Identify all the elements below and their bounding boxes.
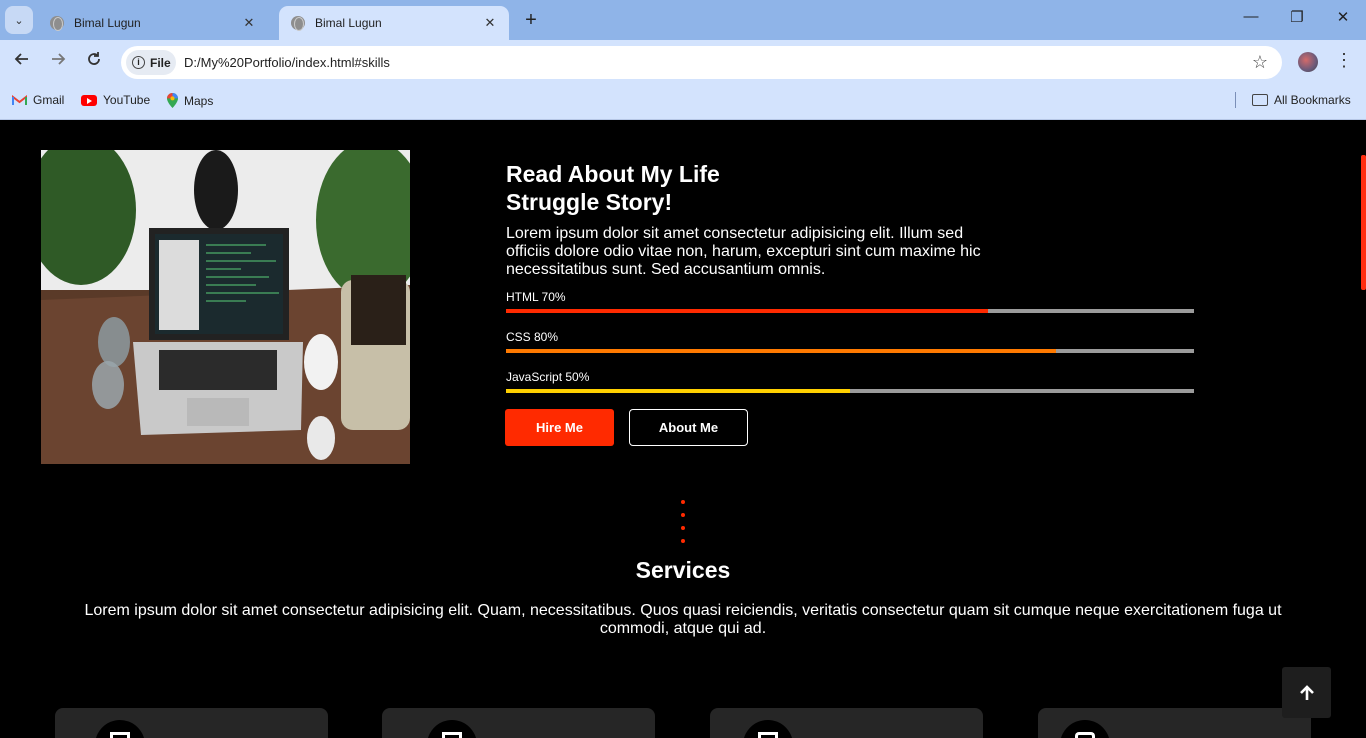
chip-label: File	[150, 55, 171, 70]
tab-inactive[interactable]: Bimal Lugun ✕	[38, 6, 268, 40]
tab-active[interactable]: Bimal Lugun ✕	[279, 6, 509, 40]
arrow-right-icon	[52, 53, 66, 65]
back-to-top-button[interactable]	[1282, 667, 1331, 718]
url-text[interactable]: D:/My%20Portfolio/index.html#skills	[184, 55, 390, 70]
forward-button[interactable]	[46, 51, 70, 72]
reload-button[interactable]	[82, 51, 106, 72]
scrollbar-thumb[interactable]	[1361, 155, 1366, 290]
gmail-icon	[12, 94, 27, 106]
bookmark-label: Gmail	[33, 93, 65, 107]
about-paragraph: Lorem ipsum dolor sit amet consectetur a…	[506, 225, 981, 278]
skill-css-label: CSS 80%	[506, 330, 559, 344]
chevron-down-icon: ⌄	[14, 14, 24, 27]
tab-search-button[interactable]: ⌄	[5, 6, 33, 34]
tab-strip: ⌄ Bimal Lugun ✕ Bimal Lugun ✕ + — ❐ ✕	[0, 0, 1366, 40]
back-button[interactable]	[10, 51, 34, 72]
skill-css-fill	[506, 349, 1057, 353]
service-card[interactable]	[382, 708, 655, 738]
restore-button[interactable]: ❐	[1282, 8, 1312, 26]
section-divider-dots	[681, 500, 685, 552]
all-bookmarks-button[interactable]: All Bookmarks	[1252, 93, 1351, 107]
globe-icon	[50, 16, 64, 31]
bookmarks-divider	[1235, 92, 1236, 108]
service-card[interactable]	[55, 708, 328, 738]
services-paragraph: Lorem ipsum dolor sit amet consectetur a…	[84, 602, 1282, 637]
arrow-up-icon	[1299, 684, 1314, 700]
tab-close-icon[interactable]: ✕	[481, 15, 499, 31]
about-heading: Read About My Life Struggle Story!	[506, 161, 720, 215]
hire-me-button[interactable]: Hire Me	[505, 409, 614, 446]
service-icon	[110, 732, 130, 738]
bookmark-gmail[interactable]: Gmail	[12, 93, 64, 107]
folder-icon	[1252, 94, 1268, 106]
bookmark-maps[interactable]: Maps	[167, 93, 213, 108]
tab-title: Bimal Lugun	[315, 16, 382, 30]
service-icon	[1075, 732, 1095, 738]
skill-html-label: HTML 70%	[506, 290, 566, 304]
site-info-chip[interactable]: i File	[126, 50, 176, 75]
browser-menu-icon[interactable]: ⋮	[1335, 50, 1353, 71]
bookmark-label: YouTube	[103, 93, 151, 107]
reload-icon	[88, 52, 100, 65]
page-content: Read About My Life Struggle Story! Lorem…	[0, 121, 1366, 738]
service-icon	[758, 732, 778, 738]
service-card[interactable]	[710, 708, 983, 738]
services-title: Services	[635, 557, 731, 583]
new-tab-button[interactable]: +	[520, 9, 542, 32]
bookmarks-bar: Gmail YouTube Maps All Bookmarks	[0, 86, 1366, 120]
skill-css-bar	[506, 349, 1194, 353]
skill-javascript-fill	[506, 389, 850, 393]
profile-avatar[interactable]	[1298, 52, 1318, 72]
bookmark-youtube[interactable]: YouTube	[81, 93, 150, 107]
youtube-icon	[81, 94, 97, 106]
skill-html-bar	[506, 309, 1194, 313]
maps-icon	[167, 93, 178, 108]
tab-close-icon[interactable]: ✕	[240, 15, 258, 31]
arrow-left-icon	[14, 53, 28, 65]
service-icon	[442, 732, 462, 738]
skill-javascript-label: JavaScript 50%	[506, 370, 590, 384]
about-me-button[interactable]: About Me	[629, 409, 748, 446]
service-card[interactable]	[1038, 708, 1311, 738]
close-window-button[interactable]: ✕	[1328, 8, 1358, 26]
tab-title: Bimal Lugun	[74, 16, 141, 30]
skill-html-fill	[506, 309, 988, 313]
address-bar[interactable]: i File D:/My%20Portfolio/index.html#skil…	[121, 46, 1282, 79]
about-photo	[41, 150, 410, 464]
globe-icon	[291, 16, 305, 31]
skill-javascript-bar	[506, 389, 1194, 393]
bookmark-label: Maps	[184, 93, 214, 108]
bookmark-star-icon[interactable]: ☆	[1252, 52, 1268, 73]
all-bookmarks-label: All Bookmarks	[1274, 93, 1351, 107]
minimize-button[interactable]: —	[1236, 8, 1266, 25]
info-icon: i	[132, 56, 145, 69]
browser-toolbar: i File D:/My%20Portfolio/index.html#skil…	[0, 40, 1366, 86]
